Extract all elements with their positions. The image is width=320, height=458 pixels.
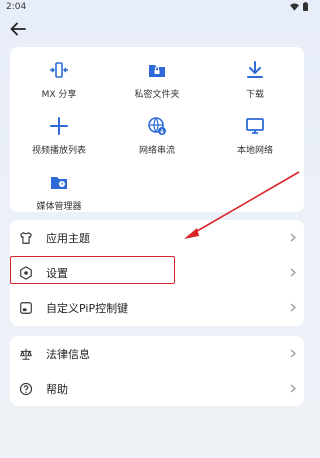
annotation-arrow — [184, 171, 300, 239]
